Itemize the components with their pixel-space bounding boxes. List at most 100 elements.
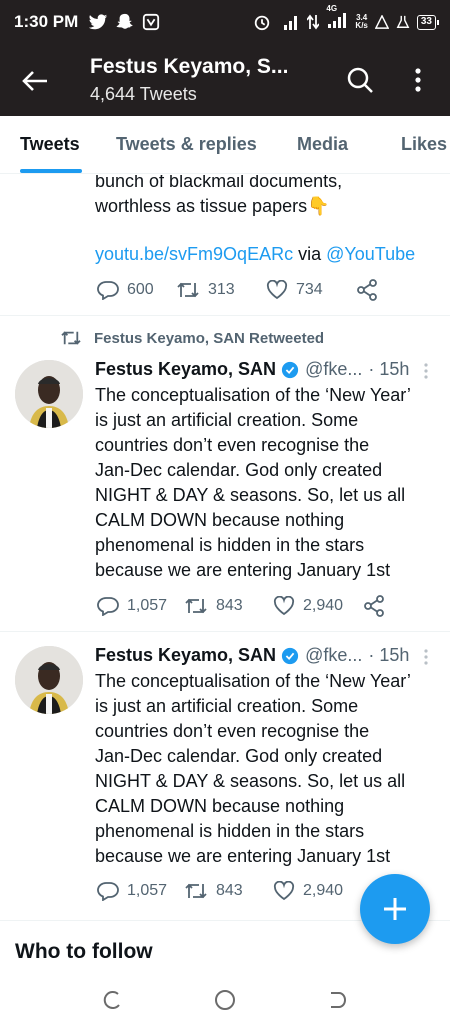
reply-count: 1,057 bbox=[127, 882, 168, 899]
warning-icon bbox=[374, 15, 389, 29]
profile-photo bbox=[15, 360, 83, 428]
tweet-text: The conceptualisation of the ‘New Year’ … bbox=[95, 385, 411, 580]
tab-likes[interactable]: Likes bbox=[401, 134, 447, 155]
arrow-left-icon bbox=[22, 71, 47, 91]
tweet-mention[interactable]: @YouTube bbox=[326, 244, 415, 264]
like-count: 2,940 bbox=[303, 882, 344, 899]
tweet-actions: 1,057 843 2,940 bbox=[97, 881, 363, 901]
tweet-timestamp: · 15h bbox=[368, 359, 410, 379]
more-options-button[interactable] bbox=[406, 64, 430, 96]
retweet-count: 313 bbox=[208, 281, 235, 298]
home-button[interactable] bbox=[208, 983, 242, 1017]
profile-name: Festus Keyamo, S... bbox=[90, 55, 289, 78]
retweet-count: 843 bbox=[216, 597, 243, 614]
back-nav-button[interactable] bbox=[320, 983, 354, 1017]
reply-icon bbox=[97, 597, 119, 616]
reply-button[interactable]: 600 bbox=[97, 280, 176, 300]
tab-tweets-and-replies[interactable]: Tweets & replies bbox=[116, 134, 257, 155]
twitter-notification-icon bbox=[89, 13, 108, 29]
author-name[interactable]: Festus Keyamo, SAN bbox=[95, 359, 276, 380]
like-count: 734 bbox=[296, 281, 323, 298]
retweet-icon bbox=[185, 598, 207, 614]
status-bar: 1:30 PM 4G 3.4 K/s 33 bbox=[0, 0, 450, 44]
battery-indicator: 33 bbox=[416, 14, 440, 30]
more-vertical-icon bbox=[424, 363, 428, 379]
retweeted-by-label: Festus Keyamo, SAN Retweeted bbox=[94, 329, 325, 347]
tweet-text-line: worthless as tissue papers👇 bbox=[95, 196, 330, 216]
tweet-timestamp: · 15h bbox=[368, 645, 410, 665]
back-nav-icon bbox=[331, 992, 346, 1008]
profile-header: Festus Keyamo, S... 4,644 Tweets bbox=[0, 44, 450, 116]
avatar[interactable] bbox=[15, 360, 83, 428]
tweet[interactable]: bunch of blackmail documents, worthless … bbox=[0, 175, 450, 315]
like-button[interactable]: 734 bbox=[266, 280, 356, 300]
tab-media[interactable]: Media bbox=[297, 134, 348, 155]
reply-count: 1,057 bbox=[127, 597, 168, 614]
author-handle[interactable]: @fke... bbox=[305, 645, 362, 666]
tweet-actions: 600 313 734 bbox=[97, 279, 378, 301]
reply-button[interactable]: 1,057 bbox=[97, 596, 184, 616]
search-button[interactable] bbox=[344, 64, 376, 96]
recents-button[interactable] bbox=[95, 983, 129, 1017]
share-button[interactable] bbox=[363, 595, 385, 617]
search-icon bbox=[347, 67, 373, 93]
share-icon bbox=[364, 595, 384, 617]
verified-badge-icon bbox=[281, 361, 299, 378]
tweet-actions: 1,057 843 2,940 bbox=[97, 595, 385, 617]
author-handle[interactable]: @fke... bbox=[305, 359, 362, 380]
like-button[interactable]: 2,940 bbox=[273, 881, 363, 901]
home-circle-icon bbox=[215, 990, 235, 1010]
profile-photo bbox=[15, 646, 83, 714]
signal-icon bbox=[284, 16, 298, 30]
active-tab-indicator bbox=[20, 169, 82, 173]
tweet-text-line: bunch of blackmail documents, bbox=[95, 175, 343, 191]
profile-tabs: Tweets Tweets & replies Media Likes bbox=[0, 116, 450, 174]
share-button[interactable] bbox=[356, 279, 378, 301]
author-name[interactable]: Festus Keyamo, SAN bbox=[95, 645, 276, 666]
tweet-count: 4,644 Tweets bbox=[90, 84, 197, 104]
tab-tweets[interactable]: Tweets bbox=[20, 134, 80, 155]
reply-icon bbox=[97, 281, 119, 300]
system-nav-bar bbox=[0, 975, 450, 1024]
retweet-icon bbox=[177, 282, 199, 298]
retweet-button[interactable]: 843 bbox=[184, 881, 273, 901]
lab-flask-icon bbox=[396, 15, 410, 28]
like-count: 2,940 bbox=[303, 597, 344, 614]
heart-icon bbox=[273, 596, 295, 616]
avatar[interactable] bbox=[15, 646, 83, 714]
tweet-via-text: via bbox=[298, 244, 322, 264]
signal-4g-icon bbox=[328, 12, 347, 28]
retweet-button[interactable]: 313 bbox=[176, 280, 266, 300]
alarm-icon bbox=[255, 15, 270, 31]
network-type-label: 4G bbox=[326, 3, 338, 13]
reply-icon bbox=[97, 882, 119, 901]
retweet-icon bbox=[185, 883, 207, 899]
heart-icon bbox=[273, 881, 295, 901]
tweet-more-button[interactable] bbox=[420, 647, 432, 667]
retweet-count: 843 bbox=[216, 882, 243, 899]
tweet-link[interactable]: youtu.be/svFm9OqEARc bbox=[95, 244, 293, 264]
snapchat-notification-icon bbox=[116, 13, 133, 29]
retweet-icon bbox=[61, 331, 81, 345]
more-vertical-icon bbox=[415, 68, 421, 92]
reply-count: 600 bbox=[127, 281, 154, 298]
tweet-text: The conceptualisation of the ‘New Year’ … bbox=[95, 671, 411, 866]
compose-tweet-button[interactable] bbox=[360, 874, 430, 944]
verified-badge-icon bbox=[281, 647, 299, 664]
who-to-follow-heading: Who to follow bbox=[15, 940, 153, 963]
like-button[interactable]: 2,940 bbox=[273, 596, 363, 616]
heart-icon bbox=[266, 280, 288, 300]
reply-button[interactable]: 1,057 bbox=[97, 881, 184, 901]
share-icon bbox=[357, 279, 377, 301]
recents-icon bbox=[103, 991, 120, 1010]
retweet-button[interactable]: 843 bbox=[184, 596, 273, 616]
network-speed: 3.4 K/s bbox=[355, 13, 368, 30]
tweet-more-button[interactable] bbox=[420, 361, 432, 381]
app-notification-icon bbox=[143, 13, 160, 31]
tweet[interactable]: Festus Keyamo, SAN Retweeted Festus Keya… bbox=[0, 316, 450, 631]
status-time: 1:30 PM bbox=[14, 12, 79, 31]
more-vertical-icon bbox=[424, 649, 428, 665]
plus-icon bbox=[384, 898, 406, 920]
data-transfer-icon bbox=[307, 14, 320, 30]
back-button[interactable] bbox=[18, 64, 52, 98]
